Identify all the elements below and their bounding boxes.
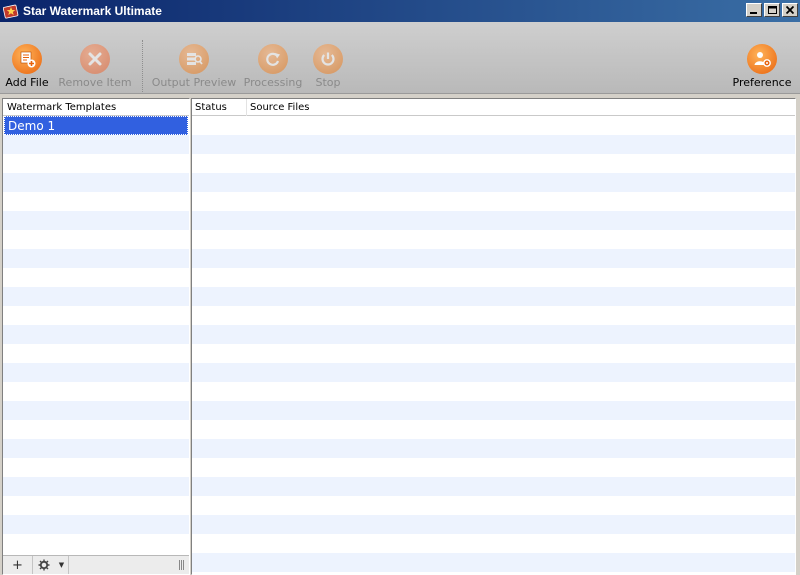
processing-button[interactable]: Processing bbox=[243, 22, 303, 94]
window-title: Star Watermark Ultimate bbox=[23, 4, 162, 18]
chevron-down-icon: ▼ bbox=[58, 561, 65, 569]
templates-footer-toolbar: + ▼ bbox=[3, 555, 189, 574]
preference-label: Preference bbox=[732, 76, 792, 89]
toolbar-separator bbox=[142, 40, 143, 92]
source-files-panel: Status Source Files bbox=[191, 98, 796, 575]
add-file-label: Add File bbox=[5, 76, 49, 89]
table-row bbox=[192, 287, 795, 306]
table-row bbox=[192, 477, 795, 496]
window-controls bbox=[746, 3, 798, 17]
list-item bbox=[3, 287, 189, 306]
app-star-icon bbox=[3, 3, 19, 19]
table-row bbox=[192, 325, 795, 344]
table-row bbox=[192, 401, 795, 420]
list-item bbox=[3, 325, 189, 344]
window-right-border bbox=[796, 98, 800, 575]
remove-item-label: Remove Item bbox=[58, 76, 132, 89]
resize-grip-icon[interactable] bbox=[178, 560, 186, 570]
list-item bbox=[3, 249, 189, 268]
list-item bbox=[3, 192, 189, 211]
list-item bbox=[3, 458, 189, 477]
preference-icon bbox=[747, 44, 777, 74]
table-row bbox=[192, 211, 795, 230]
gear-icon bbox=[38, 559, 50, 571]
table-row bbox=[192, 116, 795, 135]
add-template-button[interactable]: + bbox=[3, 556, 33, 574]
preference-button[interactable]: Preference bbox=[733, 22, 791, 94]
list-item bbox=[3, 135, 189, 154]
template-menu-dropdown[interactable]: ▼ bbox=[55, 556, 69, 574]
watermark-templates-panel: Watermark Templates Demo 1 + ▼ bbox=[2, 98, 190, 575]
table-row bbox=[192, 249, 795, 268]
table-row bbox=[192, 382, 795, 401]
table-row bbox=[192, 439, 795, 458]
list-item bbox=[3, 496, 189, 515]
table-row bbox=[192, 420, 795, 439]
table-row bbox=[192, 496, 795, 515]
minimize-button[interactable] bbox=[746, 3, 762, 17]
title-bar: Star Watermark Ultimate bbox=[0, 0, 800, 22]
processing-icon bbox=[258, 44, 288, 74]
table-row bbox=[192, 363, 795, 382]
table-row bbox=[192, 154, 795, 173]
table-row bbox=[192, 458, 795, 477]
table-row bbox=[192, 173, 795, 192]
templates-list: Demo 1 bbox=[3, 116, 189, 554]
processing-label: Processing bbox=[243, 76, 303, 89]
add-file-button[interactable]: Add File bbox=[5, 22, 49, 94]
close-button[interactable] bbox=[782, 3, 798, 17]
list-item bbox=[3, 154, 189, 173]
remove-item-button[interactable]: Remove Item bbox=[58, 22, 132, 94]
table-row bbox=[192, 344, 795, 363]
add-file-icon bbox=[12, 44, 42, 74]
table-row bbox=[192, 268, 795, 287]
column-header-status[interactable]: Status bbox=[192, 98, 247, 116]
table-row bbox=[192, 306, 795, 325]
template-item-demo-1[interactable]: Demo 1 bbox=[4, 116, 188, 135]
table-row bbox=[192, 534, 795, 553]
table-row bbox=[192, 553, 795, 572]
maximize-button[interactable] bbox=[764, 3, 780, 17]
table-row bbox=[192, 192, 795, 211]
templates-header: Watermark Templates bbox=[3, 99, 189, 116]
minimize-icon bbox=[750, 12, 757, 14]
stop-label: Stop bbox=[315, 76, 341, 89]
list-item bbox=[3, 534, 189, 553]
list-item bbox=[3, 173, 189, 192]
output-preview-label: Output Preview bbox=[151, 76, 237, 89]
maximize-icon bbox=[767, 6, 777, 14]
list-item bbox=[3, 401, 189, 420]
list-item bbox=[3, 230, 189, 249]
close-icon bbox=[786, 6, 794, 14]
list-item bbox=[3, 344, 189, 363]
list-item bbox=[3, 515, 189, 534]
stop-button[interactable]: Stop bbox=[313, 22, 343, 94]
stop-icon bbox=[313, 44, 343, 74]
remove-item-icon bbox=[80, 44, 110, 74]
output-preview-button[interactable]: Output Preview bbox=[152, 22, 236, 94]
list-item bbox=[3, 477, 189, 496]
files-table-header: Status Source Files bbox=[192, 98, 795, 116]
list-item bbox=[3, 306, 189, 325]
template-settings-button[interactable] bbox=[33, 556, 55, 574]
table-row bbox=[192, 230, 795, 249]
list-item bbox=[3, 382, 189, 401]
main-toolbar: Add File Remove Item Output Preview Proc… bbox=[0, 22, 800, 94]
list-item bbox=[3, 268, 189, 287]
files-list bbox=[192, 116, 795, 574]
list-item bbox=[3, 211, 189, 230]
table-row bbox=[192, 135, 795, 154]
template-item-label: Demo 1 bbox=[8, 118, 56, 133]
list-item bbox=[3, 420, 189, 439]
column-header-source-files[interactable]: Source Files bbox=[247, 99, 309, 116]
add-template-label: + bbox=[12, 557, 23, 573]
table-row bbox=[192, 515, 795, 534]
list-item bbox=[3, 363, 189, 382]
output-preview-icon bbox=[179, 44, 209, 74]
list-item bbox=[3, 439, 189, 458]
